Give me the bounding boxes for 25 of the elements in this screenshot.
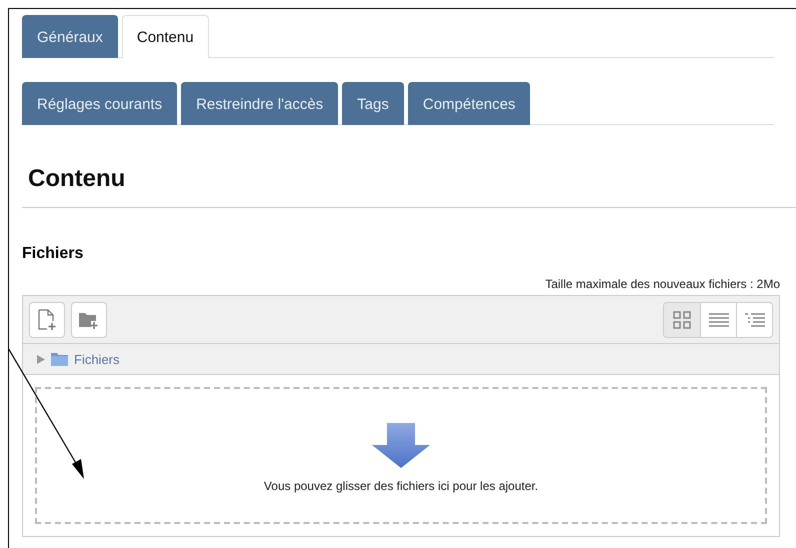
list-view-button[interactable] [700, 302, 736, 336]
folder-path-link[interactable]: Fichiers [74, 352, 120, 366]
folder-plus-icon [78, 310, 100, 328]
tab[interactable]: Réglages courants [22, 82, 178, 125]
add-file-button[interactable] [29, 302, 65, 338]
page-heading: Contenu [28, 165, 126, 193]
drop-zone[interactable]: Vous pouvez glisser des fichiers ici pour les ajouter. [35, 387, 767, 524]
drop-hint: Vous pouvez glisser des fichiers ici pour les ajouter. [264, 479, 538, 493]
list-view-icon [708, 312, 728, 328]
tree-view-icon [744, 312, 764, 328]
down-arrow-icon [372, 423, 430, 469]
grid-view-icon [673, 310, 691, 328]
tab[interactable]: Généraux [22, 15, 118, 58]
max-file-size: Taille maximale des nouveaux fichiers : 2Mo [545, 277, 780, 291]
section-title: Fichiers [22, 245, 84, 263]
file-plus-icon [37, 308, 57, 330]
grid-view-button[interactable] [664, 302, 700, 336]
expand-triangle-icon[interactable] [37, 354, 45, 364]
tab[interactable]: Contenu [122, 15, 209, 58]
tab[interactable]: Compétences [408, 82, 530, 125]
folder-icon [51, 352, 68, 366]
tab[interactable]: Restreindre l'accès [181, 82, 338, 125]
add-folder-button[interactable] [71, 302, 107, 338]
tab[interactable]: Tags [342, 82, 404, 125]
tree-view-button[interactable] [736, 302, 772, 336]
